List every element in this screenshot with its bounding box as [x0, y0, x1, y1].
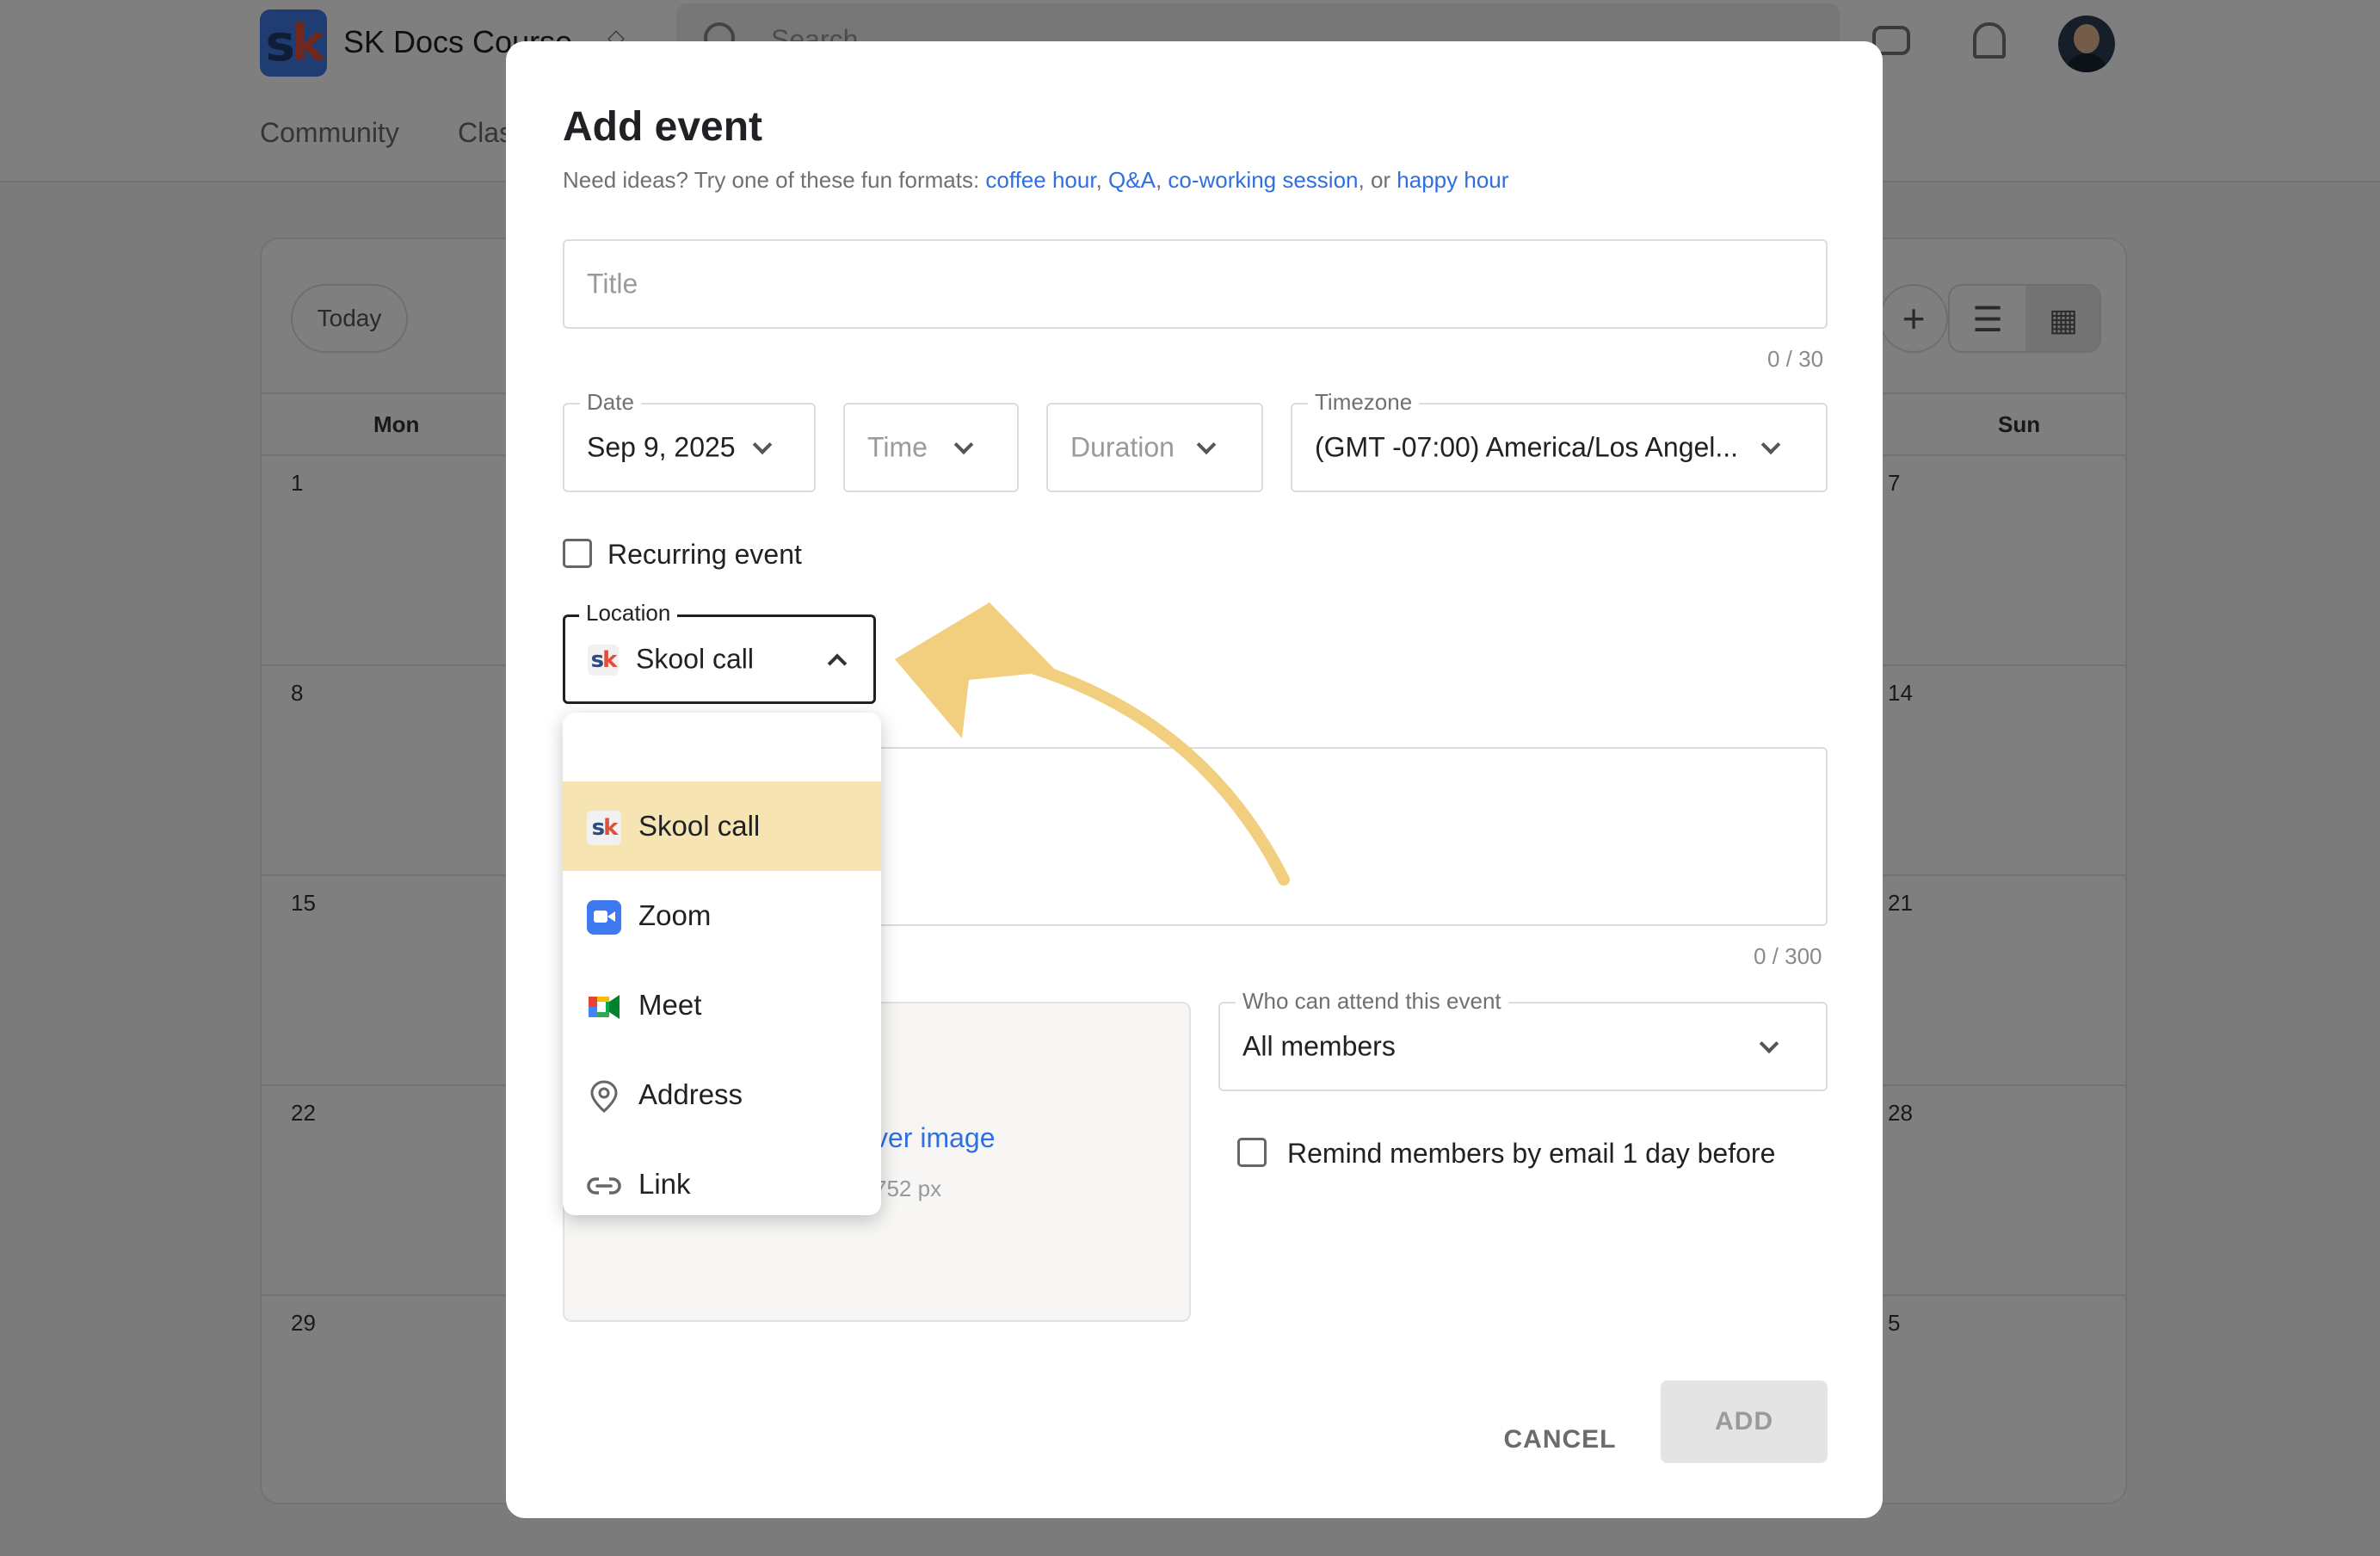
annotation-arrow [895, 602, 1290, 886]
arrow-head [895, 602, 1057, 738]
arrow-shaft [958, 645, 1290, 886]
